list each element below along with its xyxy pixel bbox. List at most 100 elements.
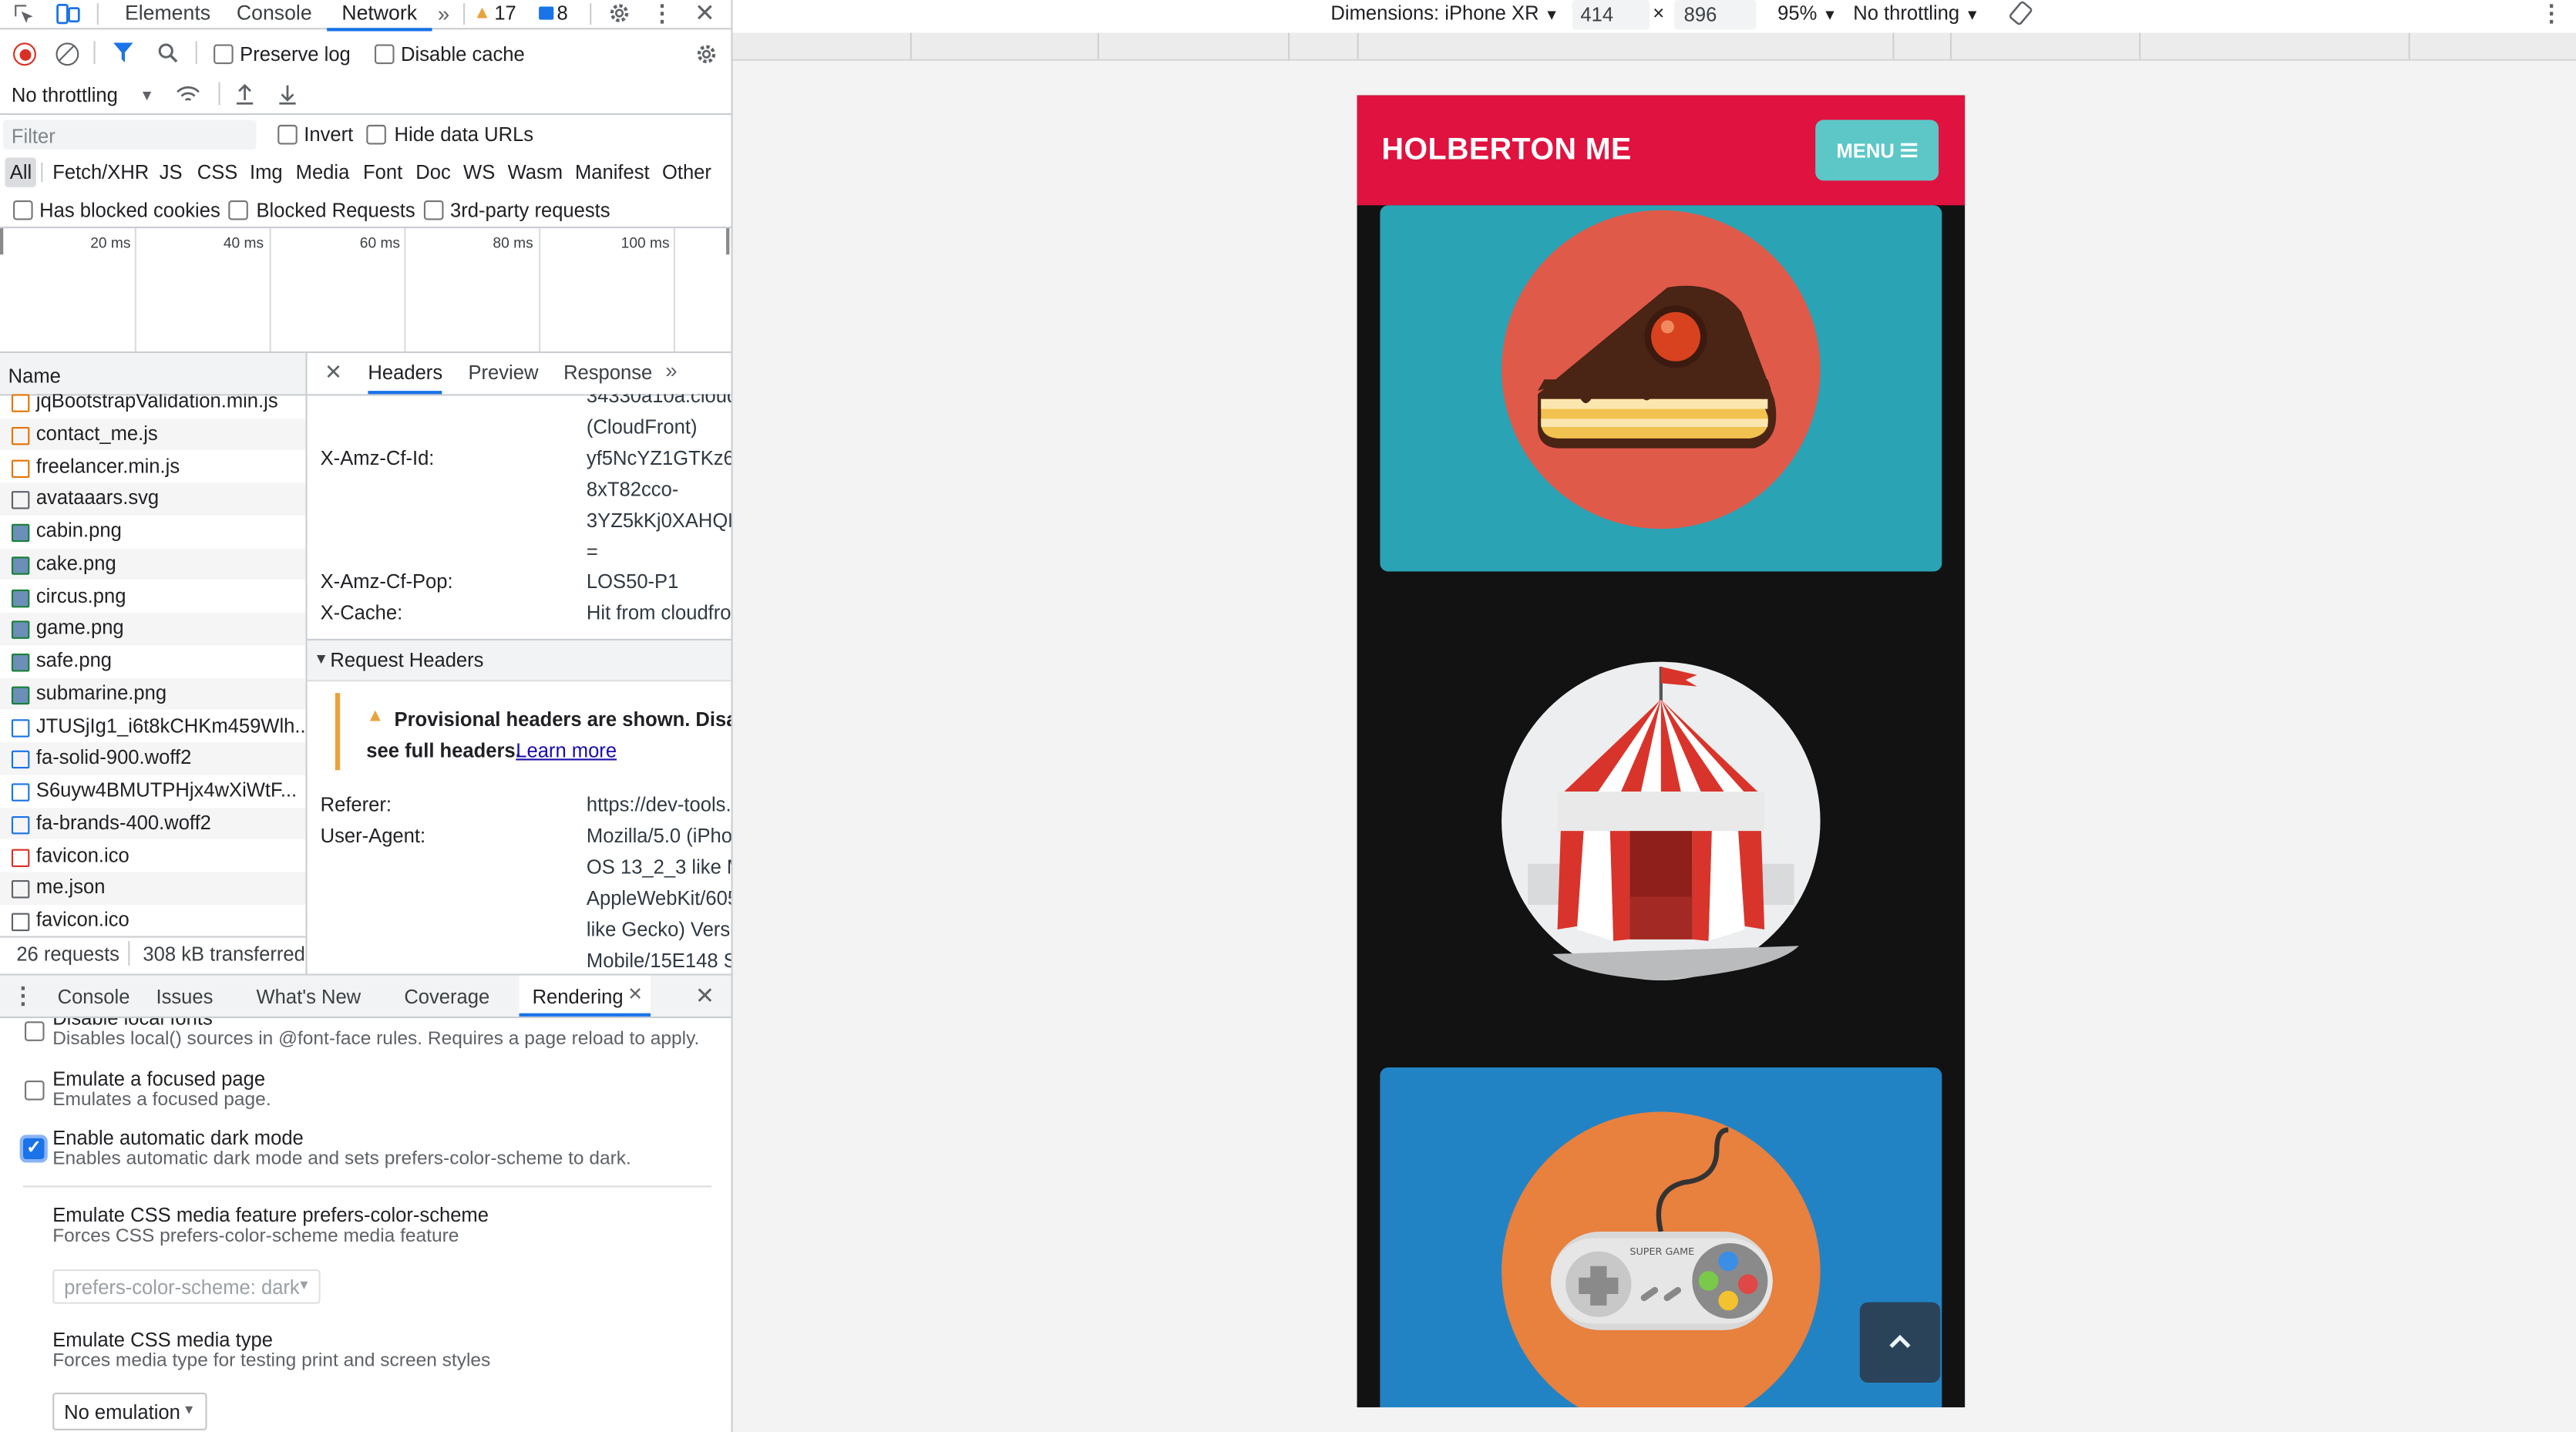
overview-right-handle[interactable] [726,228,730,255]
filter-type-wasm[interactable]: Wasm [508,158,563,187]
messages-counter[interactable]: 8 [539,2,568,25]
device-throttling-select[interactable]: No throttling ▼ [1853,2,1979,25]
device-width-input[interactable]: 414 [1572,0,1650,30]
search-icon[interactable] [156,41,179,64]
learn-more-link[interactable]: Learn more [516,739,617,762]
request-row[interactable]: freelancer.min.js [0,451,305,483]
zoom-select[interactable]: 95% ▼ [1777,2,1837,25]
dimensions-select[interactable]: Dimensions: iPhone XR ▼ [1330,2,1559,25]
request-row[interactable]: S6uyw4BMUTPHjx4wXiWtF... [0,775,305,808]
menu-button[interactable]: MENU [1815,119,1939,181]
drawer-tab-rendering[interactable]: Rendering ✕ [519,975,651,1017]
tab-console[interactable]: Console [237,0,312,28]
portfolio-item-cake[interactable] [1380,205,1942,572]
filter-type-other[interactable]: Other [662,158,711,187]
dark-mode-checkbox[interactable]: ✓ [19,1135,48,1163]
filter-type-ws[interactable]: WS [463,158,495,187]
site-brand[interactable]: HOLBERTON ME [1382,131,1632,167]
tab-network[interactable]: Network [327,0,432,32]
filter-type-all[interactable]: All [5,157,37,187]
filter-type-fetch-xhr[interactable]: Fetch/XHR [52,158,149,187]
tab-elements[interactable]: Elements [125,0,210,28]
request-row[interactable]: cabin.png [0,516,305,548]
portfolio-item-circus[interactable] [1380,617,1942,1025]
message-icon [539,6,554,20]
request-row[interactable]: fa-solid-900.woff2 [0,742,306,775]
device-height-input[interactable]: 896 [1673,0,1757,30]
filter-icon[interactable] [112,41,135,64]
close-drawer-icon[interactable]: ✕ [693,981,716,1007]
third-party-checkbox[interactable] [423,200,444,220]
inspect-element-icon[interactable] [12,2,36,26]
filter-type-css[interactable]: CSS [197,158,238,187]
network-toolbar: Preserve log Disable cache [0,36,731,72]
request-row[interactable]: cake.png [0,548,306,581]
js-file-icon [11,426,30,445]
request-row[interactable]: favicon.ico [0,840,305,872]
network-settings-gear-icon[interactable] [693,41,718,66]
tab-preview[interactable]: Preview [468,353,538,392]
close-detail-icon[interactable]: ✕ [324,360,344,385]
request-row[interactable]: JTUSjIg1_i6t8kCHKm459Wlh... [0,711,305,743]
invert-checkbox[interactable] [277,124,298,145]
media-query-ruler[interactable] [732,32,2576,61]
drawer-tab-issues[interactable]: Issues [156,985,213,1008]
request-row[interactable]: fa-brands-400.woff2 [0,807,306,840]
throttling-select[interactable]: No throttling [12,84,118,107]
request-row[interactable]: favicon.ico [0,905,305,936]
settings-gear-icon[interactable] [606,0,632,26]
filter-bar: Filter Invert Hide data URLs [0,116,731,153]
more-tabs-icon[interactable]: » [432,0,456,26]
preserve-log-checkbox[interactable] [214,44,234,65]
disable-local-fonts-checkbox[interactable] [24,1021,45,1041]
color-scheme-select[interactable]: prefers-color-scheme: dark ▼ [52,1269,321,1304]
more-options-icon[interactable]: ⋮ [651,0,674,26]
request-row[interactable]: me.json [0,872,306,905]
overview-left-handle[interactable] [0,228,4,255]
export-har-icon[interactable] [276,82,299,107]
header-value: https://dev-tools.a [586,793,731,816]
drawer-tab-console[interactable]: Console [58,985,130,1008]
more-detail-tabs-icon[interactable]: » [665,358,677,382]
hide-data-urls-checkbox[interactable] [366,124,386,145]
network-conditions-wifi-icon[interactable] [174,82,200,107]
record-icon[interactable] [13,42,36,66]
request-headers-section[interactable]: ▼ Request Headers [307,640,731,682]
request-row[interactable]: safe.png [0,645,305,677]
scroll-to-top-button[interactable] [1859,1302,1941,1383]
blocked-requests-checkbox[interactable] [228,200,248,220]
request-row[interactable]: game.png [0,613,306,646]
tab-response[interactable]: Response [563,353,652,392]
request-row[interactable]: contact_me.js [0,418,306,451]
name-column-header[interactable]: Name [0,353,306,396]
import-har-icon[interactable] [234,82,257,107]
portfolio-item-game[interactable]: SUPER GAME [1380,1067,1942,1408]
filter-type-font[interactable]: Font [363,158,402,187]
filter-type-doc[interactable]: Doc [415,158,450,187]
warnings-counter[interactable]: ▲ 17 [473,2,516,25]
request-row[interactable]: submarine.png [0,677,306,711]
filter-type-img[interactable]: Img [250,158,283,187]
request-name: contact_me.js [35,422,158,445]
request-row[interactable]: avataaars.svg [0,482,306,516]
drawer-tab-coverage[interactable]: Coverage [404,985,489,1008]
filter-type-manifest[interactable]: Manifest [575,158,650,187]
filter-input[interactable]: Filter [3,119,257,150]
emulate-focused-checkbox[interactable] [24,1081,45,1101]
device-toolbar-icon[interactable] [54,2,80,26]
close-rendering-icon[interactable]: ✕ [627,983,643,1005]
drawer-menu-icon[interactable]: ⋮ [12,981,35,1007]
filter-type-media[interactable]: Media [296,158,350,187]
device-more-options-icon[interactable]: ⋮ [2540,0,2563,28]
has-blocked-cookies-checkbox[interactable] [13,200,33,220]
tab-headers[interactable]: Headers [368,353,443,395]
request-row[interactable]: circus.png [0,580,305,613]
filter-type-js[interactable]: JS [160,158,183,187]
clear-icon[interactable] [55,42,79,66]
request-row[interactable]: jqBootstrapValidation.min.js [0,394,305,418]
drawer-tab-whats-new[interactable]: What's New [256,985,361,1008]
disable-cache-checkbox[interactable] [374,44,395,65]
close-devtools-icon[interactable]: ✕ [691,0,718,28]
rotate-icon[interactable] [2008,0,2034,26]
media-type-select[interactable]: No emulation ▼ [52,1392,207,1430]
